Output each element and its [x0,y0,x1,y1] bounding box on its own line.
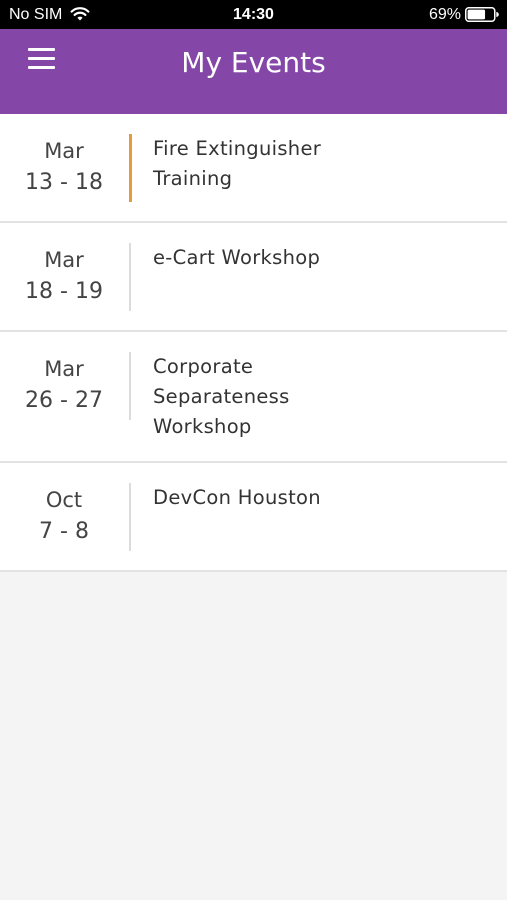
battery-percent: 69% [428,6,461,23]
event-days: 7 - 8 [39,519,89,544]
event-days: 13 - 18 [25,170,103,195]
event-list: Mar 13 - 18 Fire Extinguisher Training M… [0,114,507,572]
event-list-item[interactable]: Mar 26 - 27 Corporate Separateness Works… [0,332,507,463]
event-days: 18 - 19 [25,279,103,304]
event-divider [129,352,131,420]
event-divider [129,243,131,311]
event-title: e-Cart Workshop [153,246,321,269]
event-date: Mar 13 - 18 [0,136,128,200]
app-header: My Events [0,29,507,114]
event-month: Oct [45,488,83,512]
event-divider-active [129,134,132,202]
event-date: Mar 26 - 27 [0,354,128,418]
event-list-item[interactable]: Oct 7 - 8 DevCon Houston [0,463,507,572]
event-month: Mar [44,248,84,272]
event-days: 26 - 27 [25,388,103,413]
event-list-item[interactable]: Mar 13 - 18 Fire Extinguisher Training [0,114,507,223]
event-month: Mar [44,357,84,381]
event-month: Mar [44,139,84,163]
page-title: My Events [181,46,326,79]
battery-icon [465,7,499,22]
event-date: Oct 7 - 8 [0,485,128,549]
event-divider [129,483,131,551]
event-date: Mar 18 - 19 [0,245,128,309]
event-title: Fire Extinguisher Training [153,137,322,190]
event-list-item[interactable]: Mar 18 - 19 e-Cart Workshop [0,223,507,332]
status-bar: No SIM 14:30 69% [0,0,507,29]
event-title: DevCon Houston [153,486,321,509]
event-title: Corporate Separateness Workshop [153,355,290,438]
